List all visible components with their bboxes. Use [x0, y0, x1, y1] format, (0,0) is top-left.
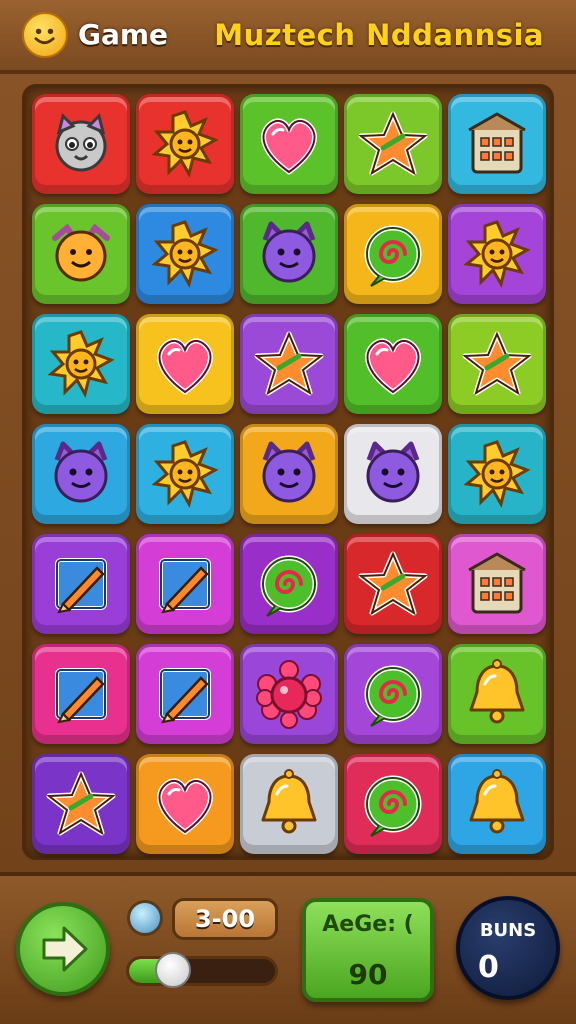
- pencil-icon: [159, 558, 211, 614]
- board-tile[interactable]: [448, 204, 546, 304]
- sun-icon: [151, 220, 219, 288]
- play-arrow-icon: [42, 926, 88, 972]
- swirl-icon: [260, 555, 318, 617]
- sun-icon: [463, 440, 531, 508]
- board-tile[interactable]: [344, 754, 442, 854]
- score-label: AeGe: (: [322, 912, 414, 937]
- progress-track: [126, 956, 278, 986]
- house-icon: [468, 112, 526, 174]
- board-tile[interactable]: [136, 204, 234, 304]
- smiley-face-icon[interactable]: [22, 12, 68, 58]
- star-icon: [358, 551, 428, 616]
- bell-icon: [469, 659, 525, 724]
- swirl-icon: [364, 225, 422, 287]
- board-tile[interactable]: [240, 204, 338, 304]
- board-tile[interactable]: [448, 424, 546, 524]
- timer-display: 3-00: [172, 898, 278, 940]
- board-tile[interactable]: [344, 204, 442, 304]
- monster-icon: [262, 441, 316, 503]
- board-tile[interactable]: [32, 754, 130, 854]
- flower-icon: [256, 660, 322, 729]
- heart-icon: [365, 338, 421, 395]
- face-icon: [52, 223, 110, 282]
- swirl-icon: [364, 775, 422, 837]
- pencil-icon: [55, 558, 107, 614]
- heart-icon: [157, 778, 213, 835]
- board-tile[interactable]: [344, 314, 442, 414]
- board-tile[interactable]: [344, 534, 442, 634]
- score-panel: AeGe: ( 90: [302, 898, 434, 1002]
- sun-icon: [47, 330, 115, 398]
- board-tile[interactable]: [32, 314, 130, 414]
- board-tile[interactable]: [136, 424, 234, 524]
- board-tile[interactable]: [32, 644, 130, 744]
- bell-icon: [469, 769, 525, 834]
- play-button[interactable]: [16, 902, 110, 996]
- pencil-icon: [159, 668, 211, 724]
- board-tile[interactable]: [240, 754, 338, 854]
- heart-icon: [157, 338, 213, 395]
- star-icon: [254, 331, 324, 396]
- board-tile[interactable]: [136, 314, 234, 414]
- board-tile[interactable]: [344, 424, 442, 524]
- sun-icon: [151, 110, 219, 178]
- star-icon: [46, 771, 116, 836]
- monster-icon: [262, 221, 316, 283]
- star-icon: [358, 111, 428, 176]
- bonus-badge[interactable]: BUNS 0: [456, 896, 560, 1000]
- game-screen: Game Muztech Nddannsia 3-00 AeGe: ( 90 B…: [0, 0, 576, 1024]
- swirl-icon: [364, 665, 422, 727]
- owl-icon: [55, 113, 107, 172]
- board-tile[interactable]: [136, 534, 234, 634]
- star-icon: [462, 331, 532, 396]
- bonus-value: 0: [478, 950, 499, 985]
- bottom-bar: 3-00 AeGe: ( 90 BUNS 0: [0, 872, 576, 1024]
- balloon-icon[interactable]: [127, 900, 163, 936]
- monster-icon: [54, 441, 108, 503]
- sun-icon: [151, 440, 219, 508]
- board-tile[interactable]: [448, 644, 546, 744]
- board-tile[interactable]: [240, 424, 338, 524]
- board-tile[interactable]: [240, 314, 338, 414]
- board-tile[interactable]: [136, 754, 234, 854]
- board-tile[interactable]: [32, 94, 130, 194]
- monster-icon: [366, 441, 420, 503]
- heart-icon: [261, 118, 317, 175]
- board-tile[interactable]: [448, 534, 546, 634]
- board-tile[interactable]: [32, 204, 130, 304]
- board-tile[interactable]: [448, 754, 546, 854]
- sun-icon: [463, 220, 531, 288]
- bonus-label: BUNS: [479, 920, 537, 941]
- board-tile[interactable]: [344, 94, 442, 194]
- board-tile[interactable]: [448, 94, 546, 194]
- board-tile[interactable]: [448, 314, 546, 414]
- progress-knob[interactable]: [154, 952, 191, 988]
- board-tile[interactable]: [136, 94, 234, 194]
- board-tile[interactable]: [136, 644, 234, 744]
- game-board: [22, 84, 554, 860]
- score-value: 90: [348, 958, 388, 991]
- board-tile[interactable]: [32, 534, 130, 634]
- bell-icon: [261, 769, 317, 834]
- house-icon: [468, 552, 526, 614]
- board-tile[interactable]: [240, 534, 338, 634]
- game-title: Muztech Nddannsia: [214, 18, 544, 52]
- board-tile[interactable]: [240, 94, 338, 194]
- header-bar: Game Muztech Nddannsia: [0, 0, 576, 74]
- board-tile[interactable]: [240, 644, 338, 744]
- board-tile[interactable]: [344, 644, 442, 744]
- pencil-icon: [55, 668, 107, 724]
- board-tile[interactable]: [32, 424, 130, 524]
- app-name-label: Game: [78, 18, 169, 51]
